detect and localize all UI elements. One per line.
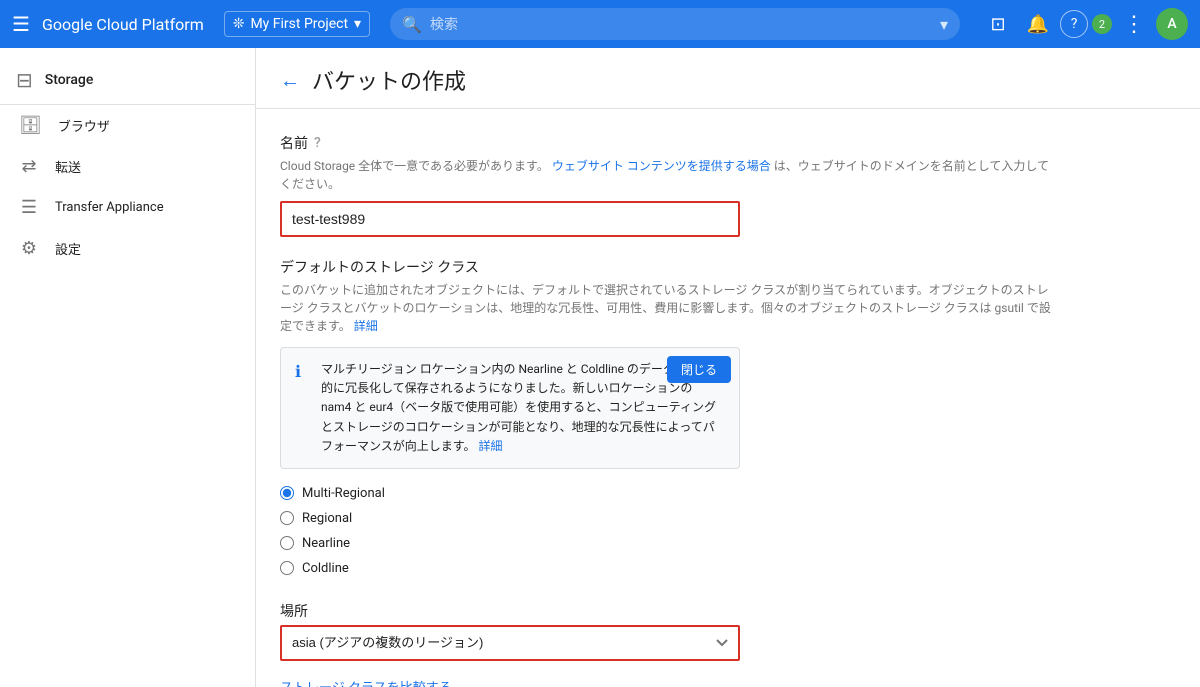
- search-dropdown-icon[interactable]: ▾: [940, 15, 948, 34]
- radio-nearline-label: Nearline: [302, 536, 350, 551]
- location-section: 場所 asia (アジアの複数のリージョン) us (米国の複数のリージョン) …: [280, 601, 1052, 661]
- main-content: ← バケットの作成 名前 ? Cloud Storage 全体で一意である必要が…: [256, 48, 1200, 687]
- nav-icons: ⊡ 🔔 ? 2 ⋮ A: [980, 6, 1188, 42]
- page-title: バケットの作成: [312, 64, 466, 96]
- page-header: ← バケットの作成: [256, 48, 1200, 109]
- radio-coldline[interactable]: Coldline: [280, 556, 1052, 581]
- compare-storage-link[interactable]: ストレージ クラスを比較する: [280, 677, 452, 687]
- sidebar-item-settings[interactable]: ⚙ 設定: [0, 228, 255, 269]
- radio-nearline[interactable]: Nearline: [280, 531, 1052, 556]
- storage-class-label: デフォルトのストレージ クラス: [280, 257, 479, 277]
- name-section: 名前 ? Cloud Storage 全体で一意である必要があります。 ウェブサ…: [280, 133, 1052, 237]
- info-box-content: マルチリージョン ロケーション内の Nearline と Coldline のデ…: [321, 362, 723, 453]
- app-body: ⊟ Storage 🗄 ブラウザ ⇄ 転送 ☰ Transfer Applian…: [0, 48, 1200, 687]
- sidebar-header: ⊟ Storage: [0, 56, 255, 105]
- location-label: 場所: [280, 601, 308, 621]
- sidebar-item-label-transfer: 転送: [55, 157, 81, 176]
- radio-multi-regional-label: Multi-Regional: [302, 486, 385, 501]
- name-help-icon[interactable]: ?: [314, 135, 321, 151]
- sidebar-item-transfer[interactable]: ⇄ 転送: [0, 146, 255, 187]
- badge[interactable]: 2: [1092, 14, 1112, 34]
- top-nav: ☰ Google Cloud Platform ❊ My First Proje…: [0, 0, 1200, 48]
- storage-class-section: デフォルトのストレージ クラス このバケットに追加されたオブジェクトには、デフォ…: [280, 257, 1052, 581]
- name-section-desc: Cloud Storage 全体で一意である必要があります。 ウェブサイト コン…: [280, 157, 1052, 193]
- transfer-icon: ⇄: [19, 156, 39, 177]
- browser-icon: 🗄: [19, 115, 42, 136]
- radio-regional[interactable]: Regional: [280, 506, 1052, 531]
- search-bar: 🔍 ▾: [390, 8, 960, 40]
- terminal-button[interactable]: ⊡: [980, 6, 1016, 42]
- radio-nearline-input[interactable]: [280, 536, 294, 550]
- project-name: My First Project: [250, 16, 348, 32]
- radio-coldline-input[interactable]: [280, 561, 294, 575]
- name-desc-link[interactable]: ウェブサイト コンテンツを提供する場合: [552, 159, 771, 173]
- info-box-icon: ℹ: [295, 362, 311, 381]
- info-box-text: マルチリージョン ロケーション内の Nearline と Coldline のデ…: [321, 360, 725, 456]
- search-icon: 🔍: [402, 15, 422, 34]
- storage-class-desc: このバケットに追加されたオブジェクトには、デフォルトで選択されているストレージ …: [280, 281, 1052, 335]
- help-button[interactable]: ?: [1060, 10, 1088, 38]
- storage-header-icon: ⊟: [16, 68, 33, 92]
- storage-class-title: デフォルトのストレージ クラス: [280, 257, 1052, 277]
- settings-icon: ⚙: [19, 238, 39, 259]
- info-box-link[interactable]: 詳細: [479, 439, 503, 453]
- sidebar-header-label: Storage: [45, 72, 94, 88]
- more-options-button[interactable]: ⋮: [1116, 6, 1152, 42]
- radio-regional-label: Regional: [302, 511, 352, 526]
- search-input[interactable]: [430, 16, 940, 32]
- project-dropdown-icon: ▾: [354, 16, 361, 32]
- sidebar-item-label-browser: ブラウザ: [58, 116, 110, 135]
- form-body: 名前 ? Cloud Storage 全体で一意である必要があります。 ウェブサ…: [256, 109, 1076, 687]
- sidebar-item-browser[interactable]: 🗄 ブラウザ: [0, 105, 255, 146]
- info-box-close-button[interactable]: 閉じる: [667, 356, 731, 383]
- radio-multi-regional[interactable]: Multi-Regional: [280, 481, 1052, 506]
- radio-multi-regional-input[interactable]: [280, 486, 294, 500]
- appliance-icon: ☰: [19, 197, 39, 218]
- radio-coldline-label: Coldline: [302, 561, 349, 576]
- sidebar-item-transfer-appliance[interactable]: ☰ Transfer Appliance: [0, 187, 255, 228]
- nav-logo: Google Cloud Platform: [42, 15, 204, 34]
- location-title: 場所: [280, 601, 1052, 621]
- project-selector[interactable]: ❊ My First Project ▾: [224, 11, 370, 37]
- storage-class-radio-group: Multi-Regional Regional Nearline Coldlin…: [280, 481, 1052, 581]
- name-section-title: 名前 ?: [280, 133, 1052, 153]
- avatar[interactable]: A: [1156, 8, 1188, 40]
- storage-class-desc-text: このバケットに追加されたオブジェクトには、デフォルトで選択されているストレージ …: [280, 283, 1051, 333]
- notification-button[interactable]: 🔔: [1020, 6, 1056, 42]
- sidebar-item-label-appliance: Transfer Appliance: [55, 200, 164, 215]
- sidebar: ⊟ Storage 🗄 ブラウザ ⇄ 転送 ☰ Transfer Applian…: [0, 48, 256, 687]
- project-icon: ❊: [233, 16, 245, 32]
- location-select[interactable]: asia (アジアの複数のリージョン) us (米国の複数のリージョン) eu …: [280, 625, 740, 661]
- radio-regional-input[interactable]: [280, 511, 294, 525]
- name-desc-part1: Cloud Storage 全体で一意である必要があります。: [280, 159, 549, 173]
- bucket-name-input[interactable]: [280, 201, 740, 237]
- sidebar-item-label-settings: 設定: [55, 239, 81, 258]
- menu-icon[interactable]: ☰: [12, 12, 30, 36]
- info-box: ℹ マルチリージョン ロケーション内の Nearline と Coldline …: [280, 347, 740, 469]
- name-label: 名前: [280, 133, 308, 153]
- storage-class-desc-link[interactable]: 詳細: [354, 319, 378, 333]
- back-button[interactable]: ←: [280, 68, 300, 93]
